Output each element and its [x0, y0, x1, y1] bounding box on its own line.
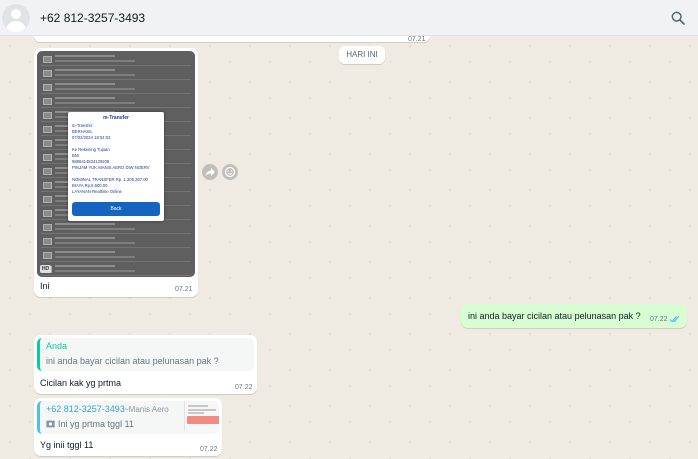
receipt-back-button: Back: [72, 202, 160, 216]
message-text: Cicilan kak yg prtma: [40, 378, 122, 388]
outgoing-message[interactable]: ini anda bayar cicilan atau pelunasan pa…: [461, 304, 687, 328]
contact-name[interactable]: +62 812-3257-3493: [40, 11, 145, 25]
quote-thumbnail: [184, 401, 219, 431]
date-separator: HARI INI: [339, 46, 385, 64]
receipt-line: BNI: [72, 153, 79, 158]
photo-icon: [46, 420, 55, 428]
quote-pushname: ~Manis Aero: [124, 405, 169, 414]
image-caption: Ini: [40, 281, 50, 291]
message-text: ini anda bayar cicilan atau pelunasan pa…: [468, 311, 641, 321]
receipt-title: m-Transfer: [103, 115, 129, 121]
image-message[interactable]: m-Transfer m-Transfer: BERHASIL 07/02/20…: [34, 48, 198, 297]
receipt-line: LAYANAN Realtime Online: [72, 189, 122, 194]
message-time: 07.21: [408, 36, 426, 43]
receipt-line: 9886414834129208: [72, 159, 110, 164]
quoted-message[interactable]: Anda ini anda bayar cicilan atau pelunas…: [37, 338, 254, 371]
quoted-message[interactable]: +62 812-3257-3493 ~Manis Aero Ini yg prt…: [37, 401, 219, 434]
message-list[interactable]: 07.21 HARI INI m-Transfer m-Transfer: BE…: [0, 36, 698, 459]
forward-button[interactable]: [202, 164, 218, 180]
screenshot-image[interactable]: m-Transfer m-Transfer: BERHASIL 07/02/20…: [37, 51, 195, 277]
forward-icon: [205, 168, 215, 176]
receipt-line: 07/02/2024 18:54:03: [72, 135, 111, 140]
receipt-line: m-Transfer:: [72, 123, 94, 128]
receipt-line: NOMINAL TRANSFER Rp. 1,305,267.00: [72, 177, 148, 182]
default-avatar-icon[interactable]: [2, 4, 30, 32]
receipt-line: Ke Rekening Tujuan: [72, 147, 110, 152]
double-check-read-icon: [669, 315, 680, 323]
receipt-line: PINJAM YUK MANIS AERO DIW NOERV: [72, 165, 150, 170]
quote-text: Ini yg prtma tggl 11: [58, 419, 134, 429]
reply-message[interactable]: Anda ini anda bayar cicilan atau pelunas…: [34, 335, 257, 394]
quote-author: Anda: [46, 341, 68, 351]
message-time: 07.21: [175, 286, 193, 293]
hd-badge: HD: [40, 265, 51, 273]
quote-author: +62 812-3257-3493: [46, 404, 125, 414]
search-icon[interactable]: [670, 10, 686, 26]
message-time: 07.22: [650, 316, 668, 323]
previous-message-bubble[interactable]: [34, 36, 430, 42]
quote-text: ini anda bayar cicilan atau pelunasan pa…: [46, 356, 219, 366]
receipt-line: BIAYA Rp.6,500.00: [72, 183, 108, 188]
react-button[interactable]: [222, 164, 238, 180]
message-text: Yg inii tggl 11: [40, 440, 94, 450]
transfer-receipt: m-Transfer m-Transfer: BERHASIL 07/02/20…: [68, 112, 164, 221]
receipt-line: BERHASIL: [72, 129, 93, 134]
message-time: 07.22: [235, 384, 253, 391]
chat-header: +62 812-3257-3493: [0, 0, 698, 36]
reply-message[interactable]: +62 812-3257-3493 ~Manis Aero Ini yg prt…: [34, 398, 222, 456]
smiley-icon: [224, 166, 236, 178]
message-time: 07.22: [200, 446, 218, 453]
